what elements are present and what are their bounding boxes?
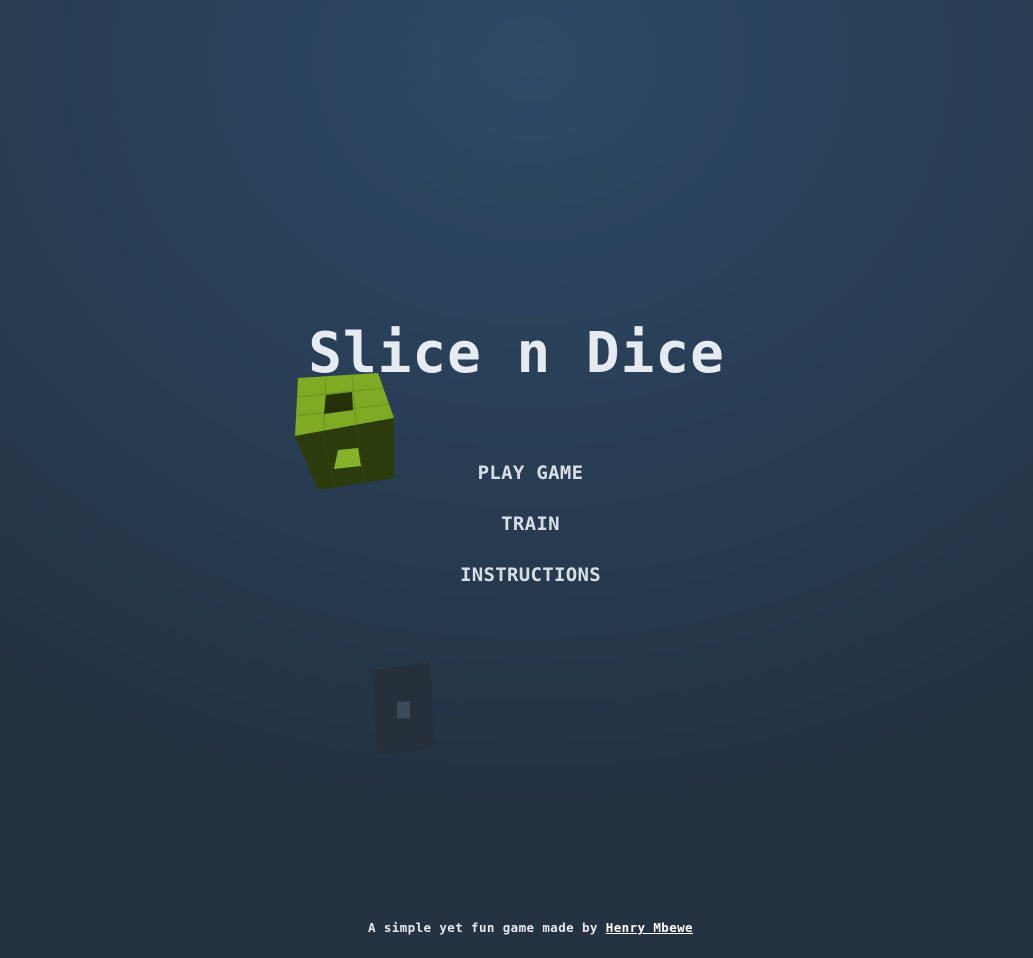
footer-credit: A simple yet fun game made by Henry Mbew… xyxy=(0,920,1033,935)
author-link[interactable]: Henry Mbewe xyxy=(606,920,693,935)
main-menu: PLAY GAME TRAIN INSTRUCTIONS xyxy=(0,458,1033,611)
play-game-button[interactable]: PLAY GAME xyxy=(478,458,584,509)
slice-piece-icon xyxy=(372,662,435,754)
footer-text: A simple yet fun game made by xyxy=(368,920,606,935)
train-button[interactable]: TRAIN xyxy=(501,509,560,560)
game-title: Slice n Dice xyxy=(308,321,725,386)
instructions-button[interactable]: INSTRUCTIONS xyxy=(460,560,601,611)
